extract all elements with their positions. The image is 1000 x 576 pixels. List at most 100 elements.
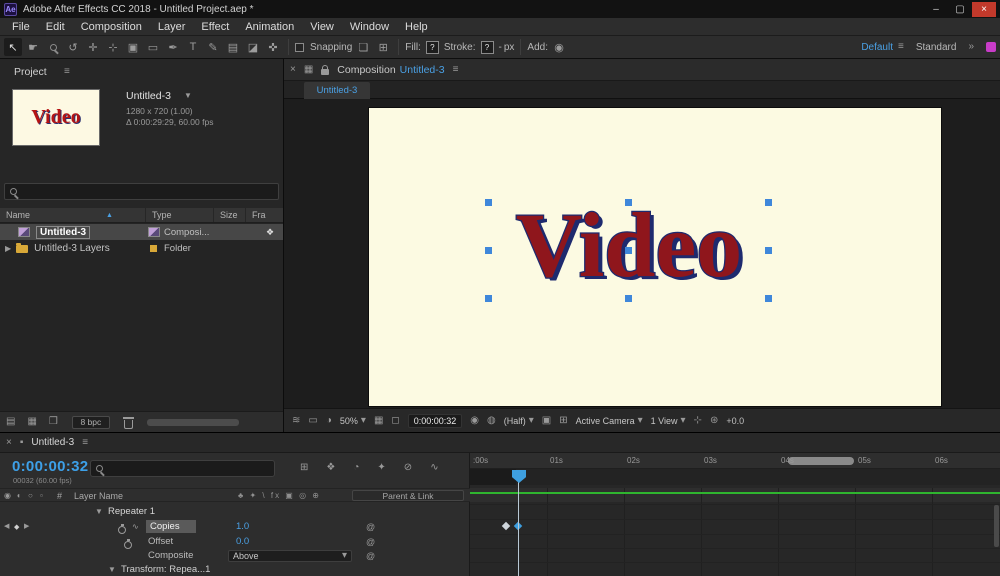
zoom-select[interactable]: 50% ▾ (340, 415, 366, 426)
fill-swatch[interactable]: ? (425, 40, 439, 54)
graph-icon[interactable]: ∿ (132, 522, 139, 531)
pickwhip-icon[interactable]: @ (366, 537, 375, 547)
overflow-chevron-icon[interactable]: » (968, 42, 974, 52)
zoom-tool-icon[interactable] (44, 38, 62, 56)
vertical-scrollbar[interactable] (994, 505, 999, 547)
monitor-icon[interactable]: ▭ (308, 415, 317, 426)
flowchart-icon[interactable]: ≋ (292, 415, 300, 426)
channels-icon[interactable]: ◑ (326, 415, 332, 426)
selection-handle[interactable] (485, 295, 492, 302)
comp-mini-flowchart-icon[interactable]: ⊞ (300, 463, 308, 473)
project-row-name[interactable]: Untitled-3 (36, 225, 91, 239)
twirl-down-icon[interactable]: ▼ (95, 507, 103, 516)
selection-handle[interactable] (765, 295, 772, 302)
project-row-folder[interactable]: ▶ Untitled-3 Layers Folder (0, 241, 283, 256)
resolution-select[interactable]: (Half) ▾ (504, 415, 534, 426)
panel-menu-icon[interactable]: ≡ (82, 437, 88, 448)
menu-item-effect[interactable]: Effect (193, 21, 237, 33)
menu-item-composition[interactable]: Composition (73, 21, 150, 33)
row-label[interactable]: Repeater 1 (108, 506, 155, 517)
interpret-footage-icon[interactable]: ▤ (6, 417, 15, 427)
audio-icon[interactable]: ◖ (16, 492, 21, 500)
selection-handle[interactable] (485, 247, 492, 254)
selection-tool-icon[interactable]: ↖ (4, 38, 22, 56)
selection-handle[interactable] (485, 199, 492, 206)
brainstorm-icon[interactable]: ⊘ (404, 463, 412, 473)
property-value-copies[interactable]: 1.0 (236, 521, 249, 532)
minimize-button[interactable]: – (924, 2, 948, 17)
workspace-default[interactable]: Default (861, 42, 893, 53)
horizontal-scrollbar[interactable] (146, 418, 239, 426)
row-copies[interactable]: ◀ ◆ ▶ ∿ Copies 1.0 @ (0, 519, 470, 534)
subtab-untitled-3[interactable]: Untitled-3 (304, 82, 370, 99)
tab-project[interactable]: Project (14, 66, 47, 78)
stroke-width-value[interactable]: - (499, 42, 502, 53)
column-name[interactable]: Name ▲ (0, 208, 146, 222)
time-ruler[interactable]: :00s 01s 02s 03s 04s 05s 06s (470, 453, 1000, 469)
tab-composition-prefix[interactable]: Composition (337, 64, 395, 76)
wireframe-icon[interactable]: ⊹ (694, 415, 702, 426)
motion-blur-icon[interactable]: ✦ (377, 463, 385, 473)
region-of-interest-icon[interactable]: ◻ (391, 415, 399, 426)
menu-item-file[interactable]: File (4, 21, 38, 33)
close-panel-icon[interactable]: × (6, 437, 12, 448)
menu-item-view[interactable]: View (302, 21, 342, 33)
pan-tool-icon[interactable]: ✛ (84, 38, 102, 56)
index-column[interactable]: # (57, 491, 62, 501)
orbit-tool-icon[interactable]: ↺ (64, 38, 82, 56)
row-composite[interactable]: Composite Above ▾ @ (0, 548, 470, 563)
bpc-button[interactable]: 8 bpc (71, 415, 110, 429)
type-tool-icon[interactable]: T (184, 38, 202, 56)
new-composition-icon[interactable]: ❒ (49, 417, 58, 427)
graph-editor-icon[interactable]: ∿ (430, 463, 438, 473)
switches-column[interactable]: ♣ ✦ \ fx ▣ ◎ ⊕ (238, 491, 321, 500)
time-navigator-handle[interactable] (788, 457, 854, 465)
project-search-input[interactable] (4, 183, 279, 200)
keyframe-diamond[interactable] (501, 521, 511, 531)
snap-shape-icon[interactable]: ❏ (354, 38, 372, 56)
puppet-tool-icon[interactable]: ✜ (264, 38, 282, 56)
column-size[interactable]: Size (214, 208, 246, 222)
pickwhip-icon[interactable]: @ (366, 551, 375, 561)
menu-item-window[interactable]: Window (342, 21, 397, 33)
row-offset[interactable]: Offset 0.0 @ (0, 534, 470, 549)
work-area-start[interactable] (470, 469, 516, 485)
stroke-swatch[interactable]: ? (480, 40, 494, 54)
property-label-copies[interactable]: Copies (146, 520, 196, 533)
selection-handle[interactable] (625, 199, 632, 206)
composite-dropdown[interactable]: Above ▾ (228, 549, 352, 562)
twirl-down-icon[interactable]: ▼ (108, 565, 116, 574)
selection-handle[interactable] (765, 247, 772, 254)
lock-column-icon[interactable]: ▫ (40, 492, 43, 500)
parent-link-column[interactable]: Parent & Link (352, 490, 464, 501)
dolly-tool-icon[interactable]: ⊹ (104, 38, 122, 56)
close-button[interactable]: × (972, 1, 996, 17)
fast-previews-icon[interactable]: ⊛ (710, 415, 718, 426)
eye-icon[interactable]: ◉ (4, 492, 11, 500)
maximize-button[interactable]: ▢ (948, 2, 972, 17)
panel-menu-icon[interactable]: ≡ (64, 67, 70, 77)
hand-tool-icon[interactable]: ☛ (24, 38, 42, 56)
stopwatch-icon[interactable] (118, 523, 126, 534)
timeline-tab-label[interactable]: Untitled-3 (31, 437, 74, 448)
clone-stamp-tool-icon[interactable]: ▤ (224, 38, 242, 56)
item-caret-icon[interactable]: ▼ (184, 92, 192, 100)
work-area-band[interactable] (470, 469, 1000, 485)
brush-tool-icon[interactable]: ✎ (204, 38, 222, 56)
grid-guides-icon[interactable]: ▦ (374, 415, 383, 426)
property-label-offset[interactable]: Offset (148, 536, 173, 547)
pickwhip-icon[interactable]: @ (366, 522, 375, 532)
twirl-right-icon[interactable]: ▶ (5, 244, 11, 253)
pixel-aspect-icon[interactable]: ⊞ (559, 415, 567, 426)
shape-tool-icon[interactable]: ▭ (144, 38, 162, 56)
menu-item-layer[interactable]: Layer (150, 21, 194, 33)
lock-icon[interactable] (321, 64, 330, 75)
shy-icon[interactable]: ❖ (326, 463, 335, 473)
next-keyframe-icon[interactable]: ▶ (24, 523, 29, 530)
close-panel-icon[interactable]: × (290, 64, 296, 75)
prev-keyframe-icon[interactable]: ◀ (4, 523, 9, 530)
selection-handle[interactable] (765, 199, 772, 206)
pan-behind-tool-icon[interactable]: ▣ (124, 38, 142, 56)
menu-item-help[interactable]: Help (397, 21, 436, 33)
add-badge-icon[interactable]: ◉ (550, 38, 568, 56)
